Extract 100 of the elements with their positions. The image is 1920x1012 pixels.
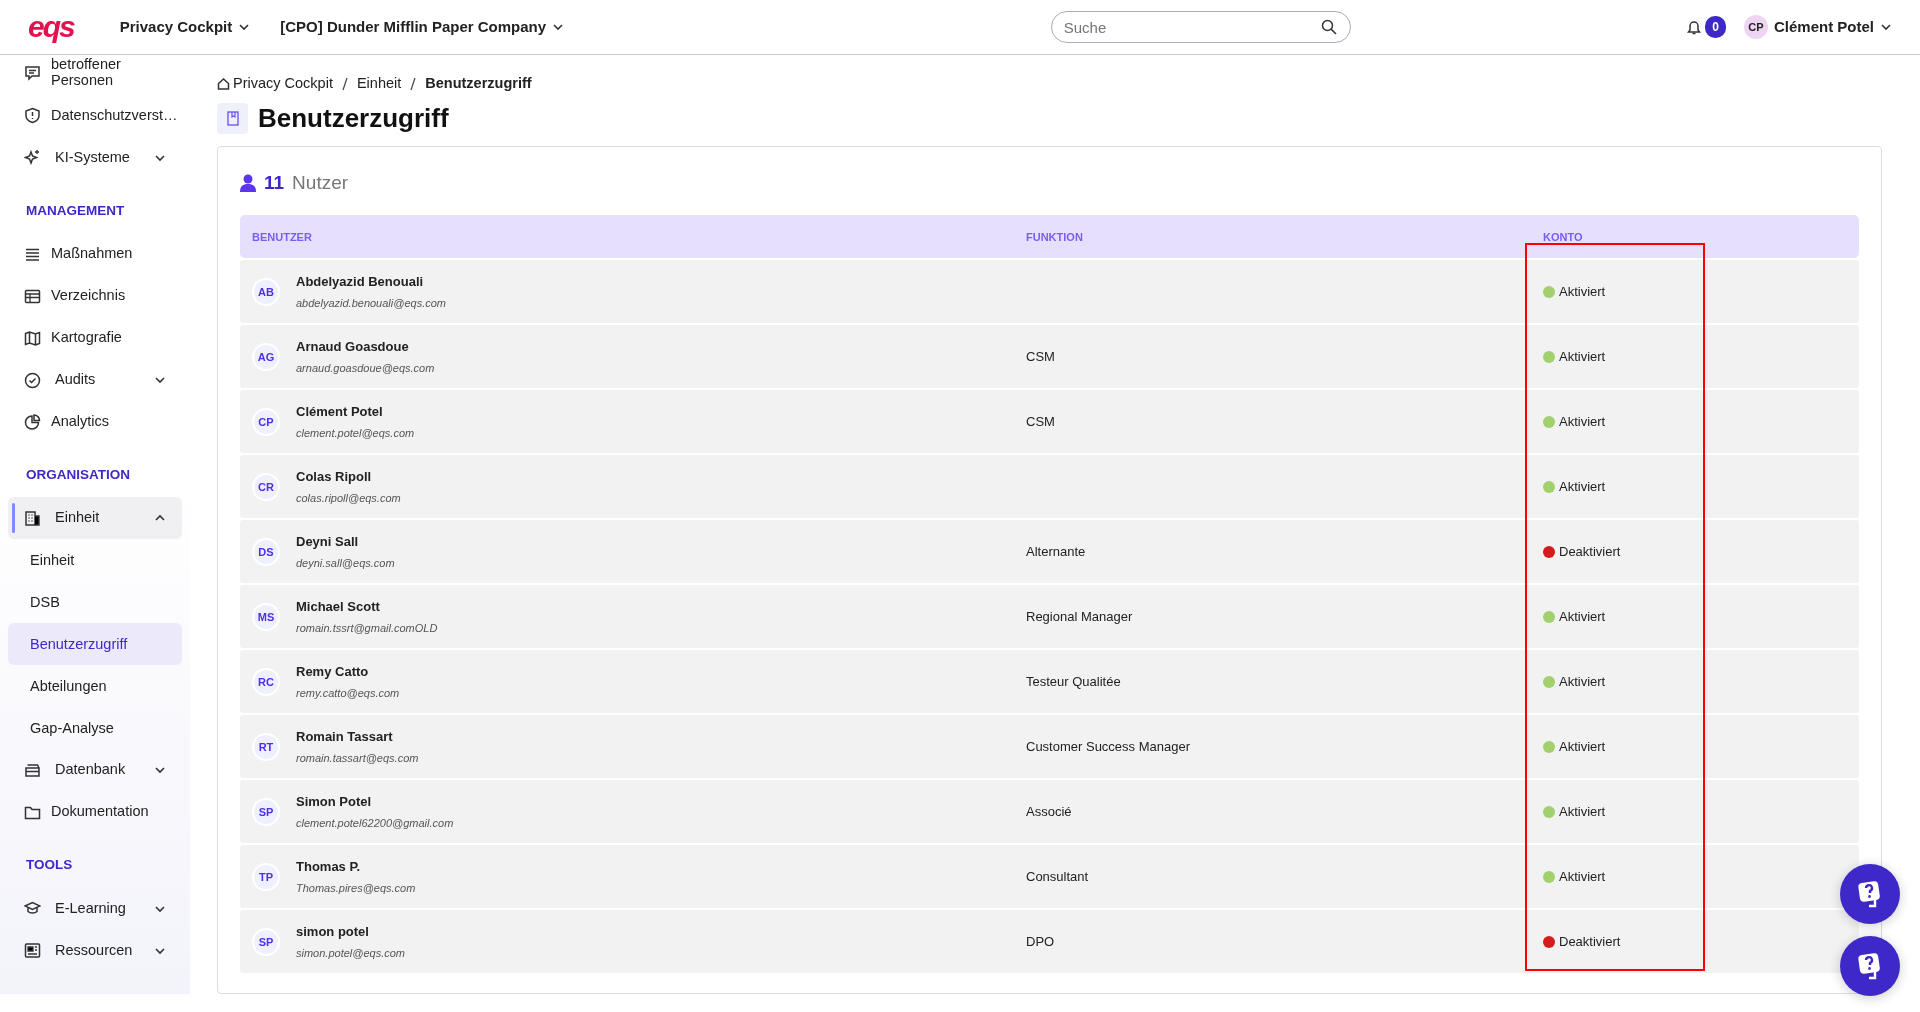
dropdown-menu-button[interactable]: Privacy Cockpit (119, 15, 251, 39)
user-email: arnaud.goasdoue@eqs.com (296, 361, 435, 377)
chat-bubble-icon (24, 64, 41, 82)
section-heading: MANAGEMENT (25, 201, 126, 220)
sidebar-item[interactable]: E-Learning (8, 887, 182, 930)
sidebar-subitem[interactable]: Abteilungen (8, 665, 182, 708)
database-icon (24, 761, 41, 779)
user-avatar: SP (252, 927, 280, 956)
user-name: Romain Tassart (296, 727, 394, 746)
status-text: Aktiviert (1559, 738, 1606, 757)
bookmark-icon (226, 110, 239, 126)
status-text: Aktiviert (1559, 803, 1606, 822)
chevron-icon (238, 23, 251, 31)
user-email: clement.potel@eqs.com (296, 426, 415, 442)
chevron-icon (154, 946, 166, 955)
chevron-icon (154, 766, 166, 775)
user-avatar: DS (252, 537, 280, 566)
chevron-icon (1880, 23, 1892, 31)
sidebar-item[interactable]: Dokumentation (8, 791, 182, 834)
status-text: Aktiviert (1559, 608, 1606, 627)
search-field[interactable]: Suche (1050, 11, 1351, 43)
help-button[interactable] (1840, 864, 1900, 924)
sidebar-item[interactable]: Ressourcen (8, 929, 182, 972)
table-cell: Testeur Qualitée (1026, 674, 1121, 690)
section-heading: TOOLS (25, 856, 74, 875)
user-email: colas.ripoll@eqs.com (296, 491, 401, 507)
newspaper-icon (24, 942, 41, 960)
sidebar-item[interactable]: KI-Systeme (8, 136, 182, 179)
user-avatar: RC (252, 667, 280, 696)
user-name: Thomas P. (296, 857, 362, 876)
breadcrumb-link[interactable]: Privacy Cockpit (217, 73, 333, 95)
user-avatar: AG (252, 342, 280, 371)
table-cell: Regional Manager (1026, 609, 1133, 625)
user-avatar: RT (252, 732, 280, 761)
sidebar-subitem[interactable]: DSB (8, 581, 182, 624)
user-email: clement.potel62200@gmail.com (296, 816, 454, 832)
user-count: 11 (264, 170, 285, 195)
sidebar-item[interactable]: Analytics (8, 401, 182, 444)
user-avatar: AB (252, 277, 280, 306)
user-name: Clément Potel (296, 402, 384, 421)
user-email: Thomas.pires@eqs.com (296, 881, 416, 897)
breadcrumb-link[interactable]: Einheit (356, 73, 402, 95)
user-name: Remy Catto (296, 662, 370, 681)
user-menu-button[interactable]: CP Clément Potel (1743, 15, 1892, 39)
status-text: Deaktiviert (1559, 543, 1621, 562)
user-email: remy.catto@eqs.com (296, 686, 400, 702)
sidebar-item[interactable]: Kartografie (8, 317, 182, 360)
status-text: Aktiviert (1559, 478, 1606, 497)
sidebar-item[interactable]: Maßnahmen (8, 233, 182, 276)
user-name: simon potel (296, 922, 370, 941)
user-name: Arnaud Goasdoue (296, 337, 410, 356)
sidebar-subitem[interactable]: Einheit (8, 539, 182, 582)
home-icon (217, 77, 230, 91)
map-icon (24, 329, 41, 347)
user-icon (240, 174, 256, 193)
sidebar-subitem[interactable]: Gap-Analyse (8, 707, 182, 750)
sidebar-item[interactable]: Verzeichnis (8, 275, 182, 318)
shield-icon (24, 107, 41, 125)
table-cell: Associé (1026, 804, 1072, 820)
sidebar-subitem[interactable]: Benutzerzugriff (8, 623, 182, 666)
building-icon (24, 509, 41, 527)
notification-count: 0 (1705, 16, 1726, 38)
table-cell: DPO (1026, 934, 1055, 950)
user-email: romain.tassart@eqs.com (296, 751, 419, 767)
user-email: simon.potel@eqs.com (296, 946, 405, 962)
status-text: Deaktiviert (1559, 933, 1621, 952)
sidebar-item[interactable]: Datenbank (8, 749, 182, 792)
user-avatar: MS (252, 602, 280, 631)
chevron-icon (154, 904, 166, 913)
status-text: Aktiviert (1559, 868, 1606, 887)
status-text: Aktiviert (1559, 413, 1606, 432)
sidebar-item[interactable]: betroffener Personen (8, 57, 182, 89)
user-avatar: TP (252, 862, 280, 891)
logo[interactable]: eqs (28, 12, 74, 42)
sidebar-item[interactable]: Audits (8, 359, 182, 402)
check-circle-icon (24, 371, 41, 389)
user-name: Michael Scott (296, 597, 381, 616)
help-button[interactable] (1840, 936, 1900, 996)
table-cell: Alternante (1026, 544, 1086, 560)
user-count-label: Nutzer (292, 170, 349, 195)
table-cell: Customer Success Manager (1026, 739, 1190, 755)
user-email: abdelyazid.benouali@eqs.com (296, 296, 446, 312)
dropdown-menu-button[interactable]: [CPO] Dunder Mifflin Paper Company (280, 15, 565, 39)
column-header: BENUTZER (252, 229, 313, 245)
chevron-icon (154, 153, 166, 162)
pie-chart-icon (24, 413, 41, 431)
breadcrumb-current: Benutzerzugriff (425, 74, 532, 93)
column-header: KONTO (1543, 229, 1584, 245)
bell-icon[interactable] (1687, 19, 1702, 35)
chevron-icon (154, 514, 166, 523)
user-name: Deyni Sall (296, 532, 360, 551)
sidebar-item[interactable]: Datenschutzverst… (8, 94, 182, 137)
slash-icon (409, 76, 418, 91)
sidebar-item[interactable]: Einheit (8, 497, 182, 540)
user-email: romain.tssrt@gmail.comOLD (296, 621, 438, 637)
user-name: Simon Potel (296, 792, 373, 811)
status-text: Aktiviert (1559, 673, 1606, 692)
chevron-icon (154, 376, 166, 385)
table-cell: CSM (1026, 349, 1055, 365)
sparkle-icon (24, 149, 41, 167)
